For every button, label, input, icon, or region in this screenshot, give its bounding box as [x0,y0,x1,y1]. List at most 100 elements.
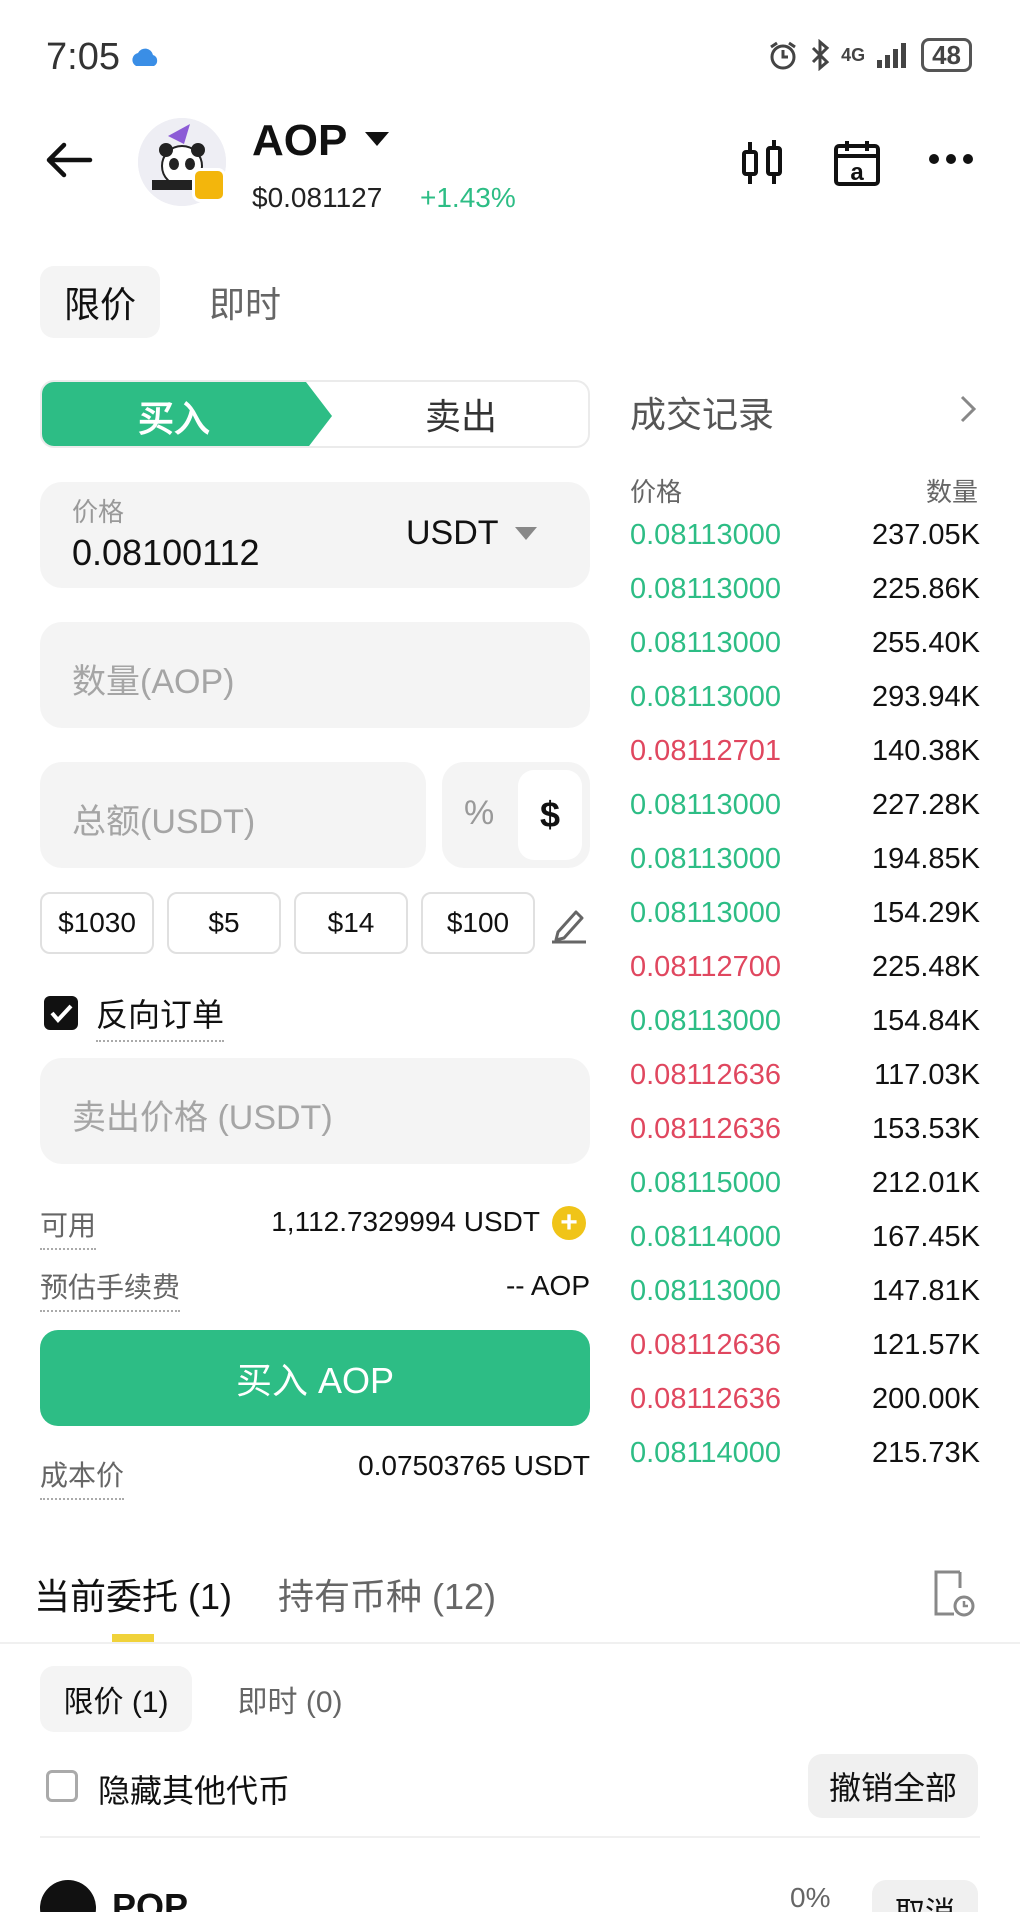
available-value: 1,112.7329994 USDT [271,1206,540,1237]
trade-price: 0.08114000 [630,1220,782,1253]
cost-price-label: 成本价 [40,1454,125,1500]
total-placeholder: 总额(USDT) [72,803,256,841]
token-price: $0.081127 [252,182,383,213]
sell-toggle-button[interactable]: 卖出 [332,382,588,446]
trade-price: 0.08112636 [630,1112,782,1145]
trade-quantity: 117.03K [874,1058,980,1091]
trade-quantity: 154.84K [871,1004,980,1037]
unit-dropdown-caret-icon [514,527,537,540]
quick-amount-button[interactable]: $1030 [40,892,154,954]
calendar-icon[interactable]: a [832,138,882,188]
cancel-all-button[interactable]: 撤销全部 [808,1754,978,1818]
trade-history-row: 0.08112636 153.53K [630,1102,980,1156]
tab-open-orders[interactable]: 当前委托 (1) [34,1568,232,1620]
token-dropdown-caret-icon[interactable] [365,132,389,146]
price-unit-label: USDT [406,514,499,552]
hide-other-checkbox[interactable] [46,1770,78,1802]
price-field-value[interactable]: 0.08100112 [72,532,260,574]
trade-quantity: 293.94K [871,680,980,713]
sell-price-field[interactable]: 卖出价格 (USDT) [40,1058,590,1164]
trade-quantity: 215.73K [871,1436,980,1469]
tab-holdings[interactable]: 持有币种 (12) [278,1568,496,1620]
trade-price: 0.08113000 [630,842,782,875]
bluetooth-icon [812,39,830,71]
trade-history-title[interactable]: 成交记录 [630,386,774,438]
trade-price: 0.08112636 [630,1058,782,1091]
trade-quantity: 153.53K [871,1112,980,1145]
deposit-plus-icon[interactable]: + [552,1206,586,1240]
chevron-right-icon[interactable] [958,394,978,424]
candlestick-chart-icon[interactable] [740,138,786,188]
status-time: 7:05 [46,36,120,78]
quantity-placeholder: 数量(AOP) [72,663,235,701]
signal-icon [877,43,907,68]
buy-toggle-button[interactable]: 买入 [42,382,332,446]
trade-price: 0.08113000 [630,1274,782,1307]
sell-price-placeholder: 卖出价格 (USDT) [72,1099,333,1137]
reverse-order-label: 反向订单 [96,990,225,1042]
trade-history-row: 0.08113000 194.85K [630,832,980,886]
fee-value: -- AOP [505,1270,590,1301]
price-field-label: 价格 [72,497,125,527]
status-icons: 4G 48 [767,38,972,72]
trade-quantity: 255.40K [871,626,980,659]
trade-quantity: 167.45K [871,1220,980,1253]
trade-history-row: 0.08112636 200.00K [630,1372,980,1426]
trade-quantity: 225.86K [871,572,980,605]
alarm-icon [770,41,796,70]
trade-history-row: 0.08113000 237.05K [630,508,980,562]
order-fill-percent: 0% [790,1882,831,1912]
tab-instant[interactable]: 即时 [190,266,300,338]
cost-price-value: 0.07503765 USDT [358,1450,590,1481]
trade-history-row: 0.08113000 225.86K [630,562,980,616]
active-tab-indicator [112,1634,154,1642]
trade-price: 0.08113000 [630,518,782,551]
list-divider [40,1836,980,1838]
subtab-instant-orders[interactable]: 即时 (0) [222,1666,358,1732]
quick-amount-button[interactable]: $100 [421,892,535,954]
edit-pencil-icon[interactable] [550,902,588,944]
tab-limit[interactable]: 限价 [40,266,160,338]
trade-price: 0.08114000 [630,1436,782,1469]
quick-amount-button[interactable]: $14 [294,892,408,954]
more-options-icon[interactable] [928,152,974,166]
token-name[interactable]: AOP [252,116,347,166]
quick-amount-button[interactable]: $5 [167,892,281,954]
cloud-sync-icon [132,48,158,66]
total-field[interactable]: 总额(USDT) [40,762,426,868]
order-cancel-button[interactable]: 取消 [872,1880,978,1912]
price-unit-selector[interactable]: USDT [406,514,537,553]
trade-history-row: 0.08112636 121.57K [630,1318,980,1372]
trade-history-row: 0.08113000 227.28K [630,778,980,832]
order-token-logo [40,1880,96,1912]
dollar-mode-button[interactable]: $ [518,770,582,860]
network-label: 4G [841,44,866,65]
trade-history-row: 0.08113000 154.29K [630,886,980,940]
hide-other-label: 隐藏其他代币 [98,1773,291,1809]
buy-submit-button[interactable]: 买入 AOP [40,1330,590,1426]
section-divider [0,1642,1020,1644]
trade-price: 0.08112636 [630,1382,782,1415]
trade-price: 0.08113000 [630,572,782,605]
fee-label: 预估手续费 [40,1266,181,1312]
subtab-limit-orders[interactable]: 限价 (1) [40,1666,192,1732]
trade-quantity: 154.29K [871,896,980,929]
trade-price: 0.08113000 [630,680,782,713]
trade-price: 0.08112701 [630,734,782,767]
order-history-icon[interactable] [930,1568,976,1618]
trade-price: 0.08113000 [630,626,782,659]
trade-price: 0.08115000 [630,1166,782,1199]
trade-price: 0.08112636 [630,1328,782,1361]
trade-history-row: 0.08112700 225.48K [630,940,980,994]
quantity-field[interactable]: 数量(AOP) [40,622,590,728]
chain-badge-icon [192,168,226,202]
trade-history-price-header: 价格 [630,477,683,507]
back-arrow-icon[interactable] [44,140,94,180]
trade-history-row: 0.08112636 117.03K [630,1048,980,1102]
reverse-order-checkbox[interactable] [44,996,78,1030]
trade-quantity: 237.05K [871,518,980,551]
trade-history-qty-header: 数量 [925,477,978,507]
price-field[interactable]: 价格 0.08100112 USDT [40,482,590,588]
percent-mode-button[interactable]: % [464,794,494,833]
trade-quantity: 194.85K [871,842,980,875]
